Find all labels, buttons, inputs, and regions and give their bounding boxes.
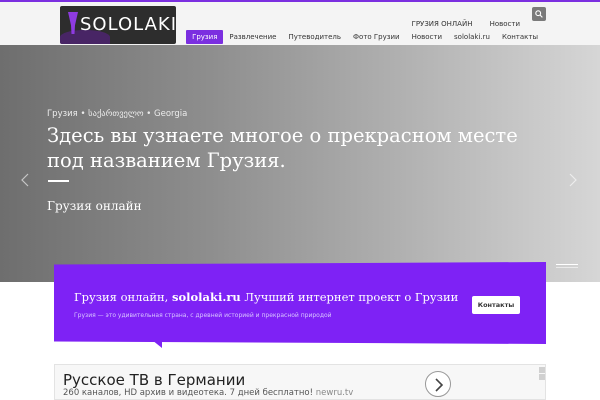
ad-go-button[interactable] [425, 371, 451, 397]
ad-description-text: 260 каналов, HD архив и видеотека. 7 дне… [63, 388, 314, 398]
chevron-right-circle-icon [435, 378, 444, 392]
promo-title-brand: sololaki.ru [171, 290, 241, 304]
promo-title-prefix: Грузия онлайн, [74, 290, 169, 304]
slider-progress-line [556, 264, 578, 265]
ad-description: 260 каналов, HD архив и видеотека. 7 дне… [63, 388, 353, 398]
top-links: ГРУЗИЯ ОНЛАЙН Новости [400, 11, 520, 30]
site-header: SOLOLAKI ГРУЗИЯ ОНЛАЙН Новости Грузия Ра… [0, 2, 600, 45]
hero-subtitle: Грузия онлайн [47, 199, 142, 213]
hero-headline-line-2: под названием Грузия. [47, 149, 286, 172]
nav-item-news[interactable]: Новости [406, 30, 448, 44]
top-link-georgia-online[interactable]: ГРУЗИЯ ОНЛАЙН [412, 20, 473, 28]
nav-item-georgia[interactable]: Грузия [186, 30, 224, 44]
ad-info-icon[interactable] [539, 367, 545, 373]
nav-item-contacts[interactable]: Контакты [496, 30, 544, 44]
ad-banner[interactable]: Русское ТВ в Германии 260 каналов, HD ар… [54, 364, 546, 400]
nav-item-sololaki[interactable]: sololaki.ru [448, 30, 496, 44]
hero-headline-line-1: Здесь вы узнаете многое о прекрасном мес… [47, 124, 518, 147]
slider-progress-line [556, 267, 578, 268]
search-icon [535, 10, 543, 18]
hero-slider: Грузия • საქართველო • Georgia Здесь вы у… [0, 45, 600, 282]
ad-title[interactable]: Русское ТВ в Германии [63, 371, 245, 389]
nav-item-guide[interactable]: Путеводитель [282, 30, 347, 44]
hero-divider [48, 180, 69, 182]
logo-text: SOLOLAKI [80, 14, 176, 35]
ad-badges [539, 367, 545, 381]
promo-title: Грузия онлайн, sololaki.ru Лучший интерн… [74, 290, 458, 304]
slider-progress [556, 264, 578, 270]
promo-description: Грузия — это удивительная страна, с древ… [74, 312, 332, 319]
contacts-button[interactable]: Контакты [472, 296, 520, 314]
ad-close-icon[interactable] [539, 374, 545, 380]
top-link-news[interactable]: Новости [490, 20, 520, 28]
chevron-left-icon[interactable] [18, 173, 32, 187]
nav-item-photos[interactable]: Фото Грузии [347, 30, 406, 44]
nav-item-entertainment[interactable]: Развлечение [223, 30, 282, 44]
promo-title-suffix: Лучший интернет проект о Грузии [244, 290, 459, 304]
site-logo[interactable]: SOLOLAKI [60, 6, 176, 44]
main-nav: Грузия Развлечение Путеводитель Фото Гру… [186, 30, 544, 44]
ad-domain[interactable]: newru.tv [316, 388, 354, 398]
search-button[interactable] [532, 7, 546, 21]
hero-breadcrumb: Грузия • საქართველო • Georgia [47, 109, 188, 119]
promo-banner: Грузия онлайн, sololaki.ru Лучший интерн… [54, 262, 546, 344]
hero-headline: Здесь вы узнаете многое о прекрасном мес… [47, 123, 587, 173]
chevron-right-icon[interactable] [566, 173, 580, 187]
